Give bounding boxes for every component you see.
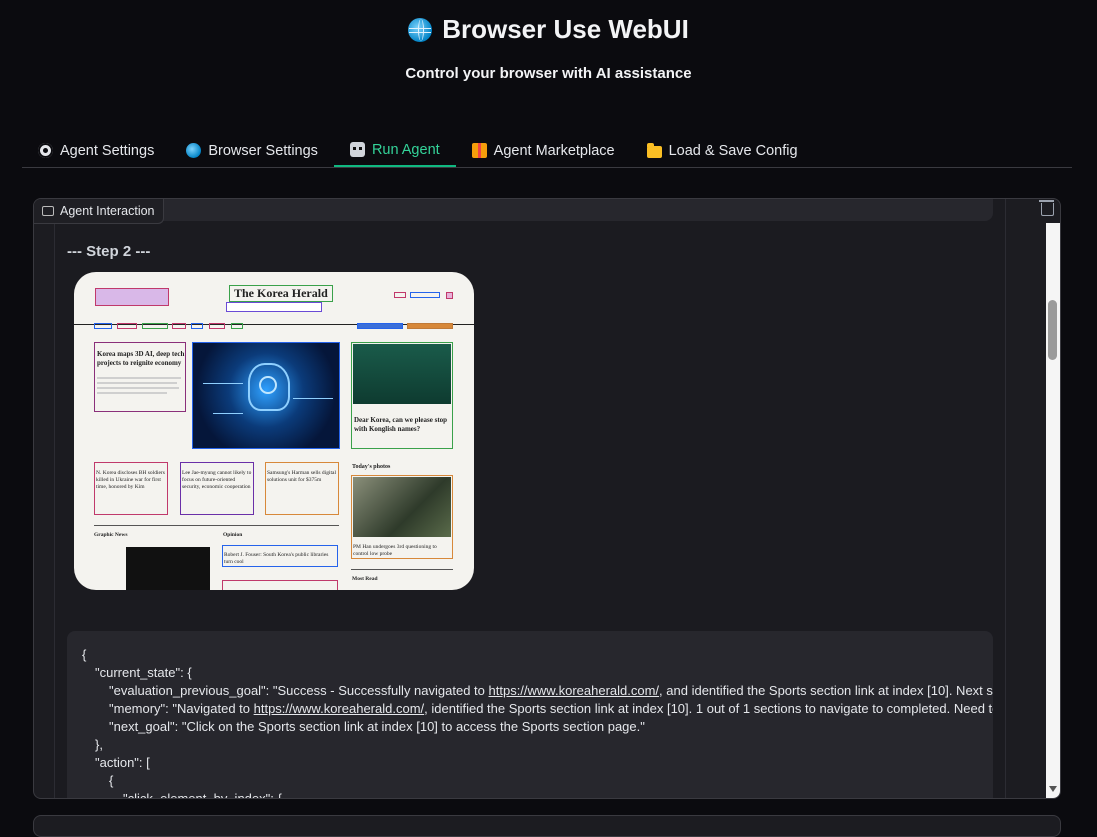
masthead: The Korea Herald: [229, 285, 333, 302]
tab-label: Browser Settings: [208, 142, 318, 159]
chat-area[interactable]: --- Step 2 --- The Korea Herald Korea ma…: [54, 199, 1006, 798]
json-line: "evaluation_previous_goal": "Success - S…: [109, 683, 993, 698]
section-heading: Most Read: [352, 576, 378, 582]
section-heading: Opinion: [223, 532, 243, 538]
chat-icon: [42, 206, 54, 216]
tab-label: Run Agent: [371, 141, 440, 158]
link-button: [407, 323, 453, 329]
text-line: [97, 377, 181, 379]
tab-bar: Agent Settings Browser Settings Run Agen…: [22, 134, 1072, 168]
json-log: { "current_state": { "evaluation_previou…: [67, 631, 993, 799]
json-text: "evaluation_previous_goal": "Success - S…: [109, 683, 489, 698]
circuit-line: [213, 413, 243, 414]
json-line: "current_state": {: [95, 665, 192, 680]
headline: Korea maps 3D AI, deep tech projects to …: [97, 350, 185, 367]
nav-link: [191, 323, 203, 329]
app-title: Browser Use WebUI: [0, 14, 1097, 45]
message-top-bar: [55, 199, 993, 221]
nav-link: [142, 323, 168, 329]
tab-label: Load & Save Config: [668, 142, 798, 159]
headline: N. Korea discloses BH soldiers killed in…: [96, 470, 165, 490]
ai-image: [192, 342, 340, 449]
app-title-text: Browser Use WebUI: [442, 14, 689, 44]
gear-icon: [259, 376, 277, 394]
scrollbar[interactable]: [1046, 223, 1060, 798]
nav-link: [117, 323, 137, 329]
station-photo: [353, 344, 451, 404]
hl-box: [394, 292, 406, 298]
tab-run-agent[interactable]: Run Agent: [333, 134, 456, 167]
tab-load-save-config[interactable]: Load & Save Config: [631, 134, 814, 167]
next-panel: [33, 815, 1061, 837]
trash-icon[interactable]: [1039, 200, 1054, 216]
agent-interaction-panel: Agent Interaction --- Step 2 --- The Kor…: [33, 198, 1061, 799]
step-label: --- Step 2 ---: [67, 243, 151, 260]
subscribe-button: [357, 323, 403, 329]
headline: Dear Korea, can we please stop with Kong…: [354, 416, 448, 433]
panel-label-text: Agent Interaction: [60, 204, 155, 218]
tab-browser-settings[interactable]: Browser Settings: [170, 134, 334, 167]
headline: Samsung's Harman sells digital solutions…: [267, 470, 336, 483]
gift-icon: [471, 143, 487, 158]
tab-agent-settings[interactable]: Agent Settings: [22, 134, 170, 167]
nav-link: [231, 323, 243, 329]
hl-box: [446, 292, 453, 299]
circuit-line: [293, 398, 333, 399]
scroll-down-icon[interactable]: [1049, 786, 1057, 792]
globe-icon: [186, 143, 202, 158]
json-text: , and identified the Sports section link…: [659, 683, 993, 698]
panel-label: Agent Interaction: [34, 199, 164, 224]
robot-icon: [349, 142, 365, 157]
tab-label: Agent Marketplace: [493, 142, 615, 159]
json-line: "next_goal": "Click on the Sports sectio…: [109, 719, 645, 734]
json-line: {: [82, 647, 87, 662]
json-link[interactable]: https://www.koreaherald.com/: [489, 683, 660, 698]
gear-icon: [38, 143, 53, 158]
text-line: [97, 382, 177, 384]
photo-caption: PM Han undergoes 3rd questioning to cont…: [353, 544, 437, 557]
json-line: "memory": "Navigated to https://www.kore…: [109, 701, 993, 716]
json-link[interactable]: https://www.koreaherald.com/: [254, 701, 425, 716]
text-line: [97, 392, 167, 394]
site-search: [226, 302, 322, 312]
opinion-item: Robert J. Fouser: South Korea's public l…: [224, 552, 329, 565]
tab-agent-marketplace[interactable]: Agent Marketplace: [456, 134, 631, 167]
nav-link: [172, 323, 186, 329]
nav-link: [209, 323, 225, 329]
json-line: "action": [: [95, 755, 150, 770]
json-line: "click_element_by_index": {: [123, 791, 282, 799]
folder-icon: [646, 142, 662, 158]
news-photo: [353, 477, 451, 537]
headline: Lee Jae-myung cannot likely to focus on …: [182, 470, 252, 490]
json-text: "memory": "Navigated to: [109, 701, 254, 716]
json-line: {: [109, 773, 114, 788]
story-box: [222, 580, 338, 590]
section-heading: Today's photos: [352, 464, 391, 470]
globe-icon: [408, 17, 433, 42]
browser-screenshot: The Korea Herald Korea maps 3D AI, deep …: [74, 272, 474, 590]
json-line: },: [95, 737, 103, 752]
section-heading: Graphic News: [94, 532, 128, 538]
nav-link: [94, 323, 112, 329]
graphic-image: [126, 547, 210, 590]
circuit-line: [203, 383, 243, 384]
tab-label: Agent Settings: [60, 142, 155, 159]
app-subtitle: Control your browser with AI assistance: [405, 65, 692, 82]
section-rule: [94, 525, 339, 526]
json-text: , identified the Sports section link at …: [424, 701, 993, 716]
section-rule: [351, 569, 453, 570]
scrollbar-thumb[interactable]: [1048, 300, 1057, 360]
ad-banner: [95, 288, 169, 306]
text-line: [97, 387, 179, 389]
hl-box: [410, 292, 440, 298]
